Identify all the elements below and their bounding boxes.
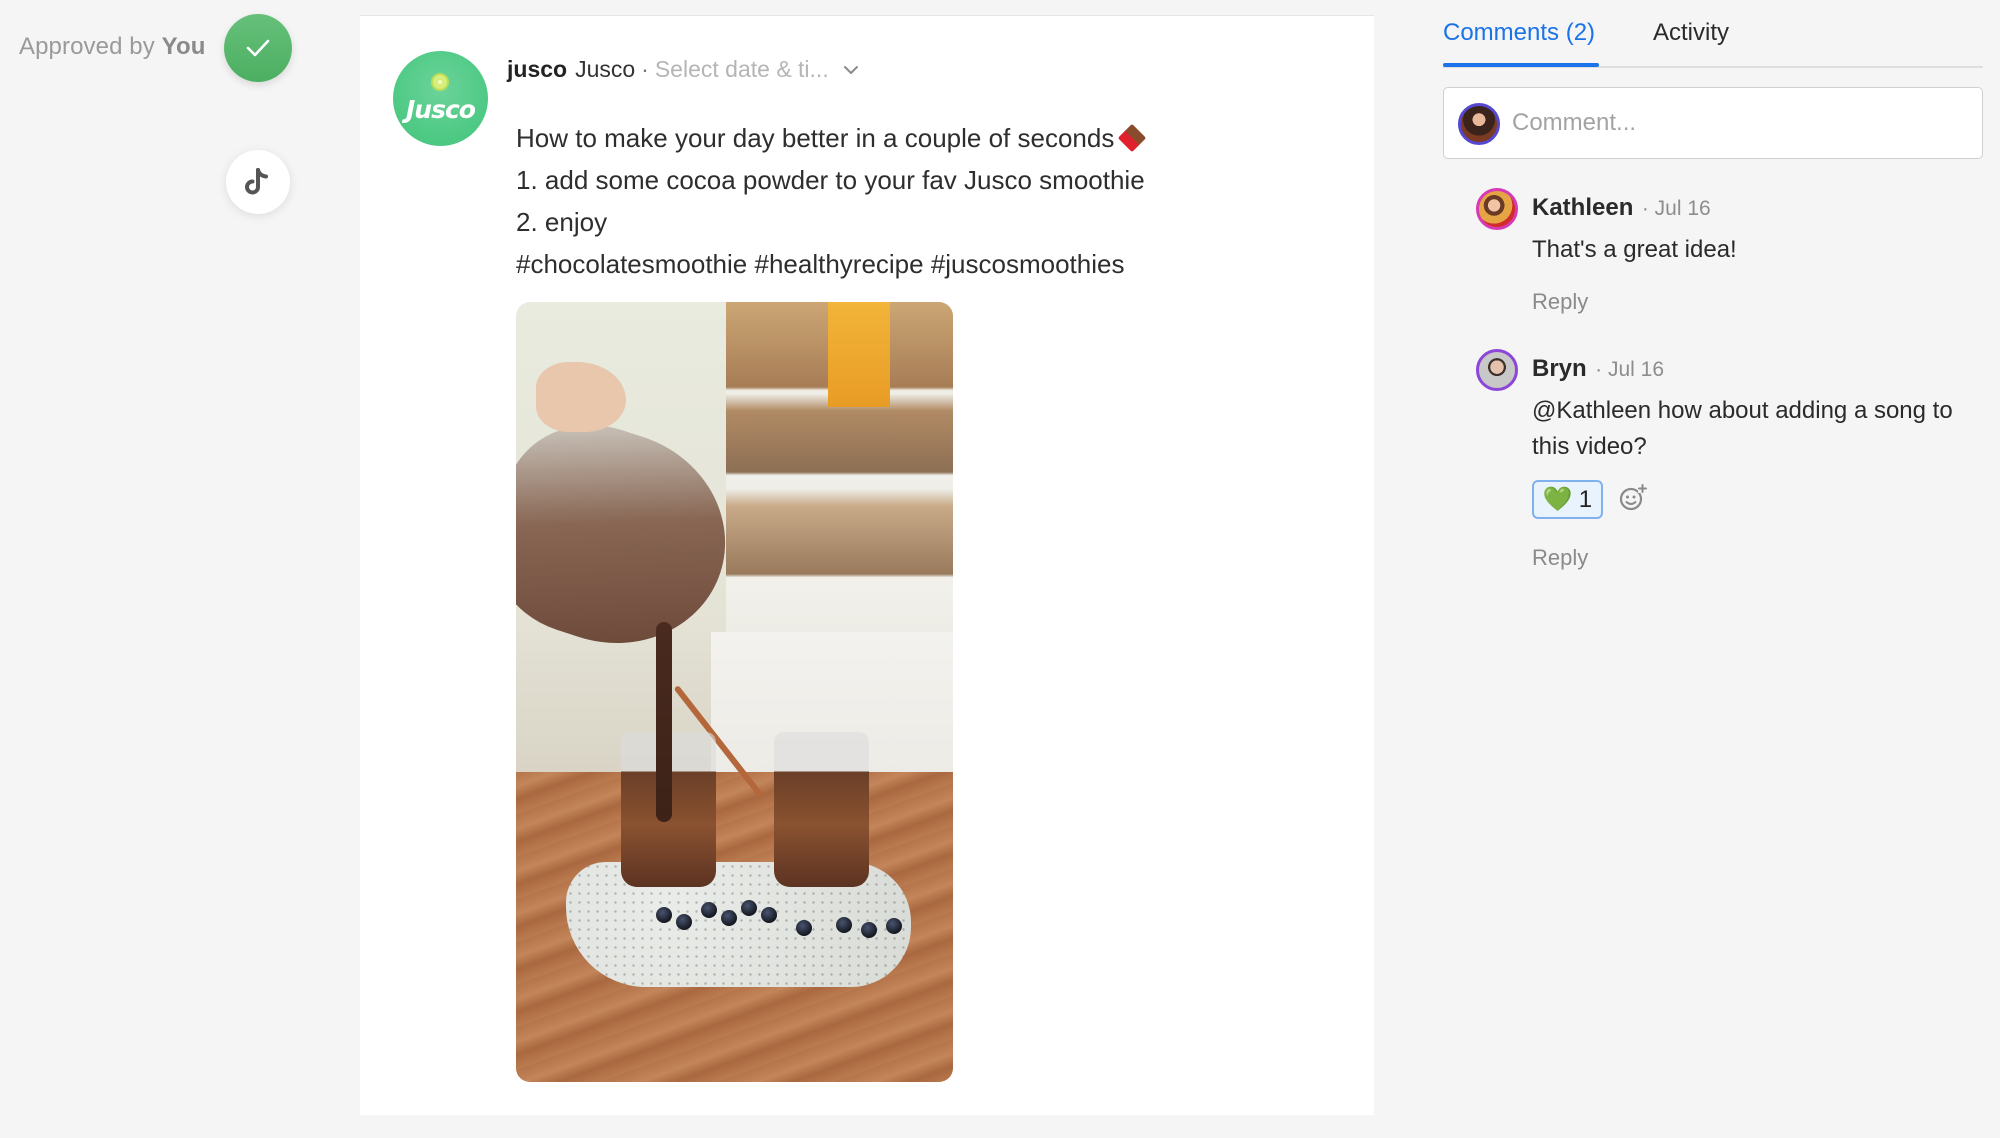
active-tab-indicator bbox=[1443, 63, 1599, 67]
tiktok-icon bbox=[245, 168, 268, 195]
caption-hashtags: #chocolatesmoothie #healthyrecipe #jusco… bbox=[516, 249, 1125, 279]
caption-line: 1. add some cocoa powder to your fav Jus… bbox=[516, 165, 1145, 195]
photo-jar bbox=[774, 732, 869, 887]
post-media-image[interactable] bbox=[516, 302, 953, 1082]
chocolate-bar-icon bbox=[1118, 124, 1146, 152]
post-preview-card: Jusco jusco Jusco · Select date & ti... … bbox=[360, 15, 1374, 1115]
photo-berry bbox=[701, 902, 717, 918]
photo-box bbox=[828, 302, 890, 407]
caption-line-text: How to make your day better in a couple … bbox=[516, 123, 1115, 153]
panel-tabs: Comments (2) Activity bbox=[1443, 0, 1983, 68]
avatar bbox=[1476, 188, 1518, 230]
separator: · bbox=[641, 56, 649, 82]
approval-prefix: Approved by bbox=[19, 33, 155, 60]
checkmark-icon bbox=[246, 39, 270, 57]
reply-button[interactable]: Reply bbox=[1532, 289, 1588, 315]
comment-input-box[interactable] bbox=[1443, 87, 1983, 159]
chevron-down-icon[interactable] bbox=[843, 65, 859, 75]
account-handle: jusco bbox=[507, 56, 568, 82]
avatar bbox=[1476, 349, 1518, 391]
photo-berry bbox=[721, 910, 737, 926]
post-header: jusco Jusco · Select date & ti... bbox=[507, 56, 859, 83]
comment-meta: Bryn · Jul 16 bbox=[1532, 355, 1664, 383]
approver-name: You bbox=[161, 33, 206, 60]
comment-author[interactable]: Kathleen bbox=[1532, 194, 1633, 221]
brand-avatar-text: Jusco bbox=[406, 95, 476, 124]
tab-activity[interactable]: Activity bbox=[1653, 19, 1729, 47]
caption-line: 2. enjoy bbox=[516, 207, 608, 237]
comment-body: @Kathleen how about adding a song to thi… bbox=[1532, 397, 1953, 460]
tab-comments[interactable]: Comments (2) bbox=[1443, 19, 1595, 47]
current-user-avatar bbox=[1458, 103, 1500, 145]
brand-avatar: Jusco bbox=[393, 51, 488, 146]
photo-berry bbox=[836, 917, 852, 933]
comment-meta: Kathleen · Jul 16 bbox=[1532, 194, 1711, 222]
reaction-pill[interactable]: 💚 1 bbox=[1532, 480, 1603, 519]
comment-author[interactable]: Bryn bbox=[1532, 355, 1587, 382]
reaction-count: 1 bbox=[1578, 485, 1593, 513]
photo-berry bbox=[656, 907, 672, 923]
caption-line: How to make your day better in a couple … bbox=[516, 117, 1145, 159]
comment-time: · Jul 16 bbox=[1595, 358, 1665, 381]
account-name: Jusco bbox=[575, 56, 636, 82]
photo-berry bbox=[796, 920, 812, 936]
photo-pour-stream bbox=[656, 622, 672, 822]
comment-body: That's a great idea! bbox=[1532, 236, 1737, 263]
tiktok-network-button[interactable] bbox=[226, 150, 290, 214]
photo-berry bbox=[761, 907, 777, 923]
comment-input[interactable] bbox=[1512, 102, 1962, 144]
reply-button[interactable]: Reply bbox=[1532, 545, 1588, 571]
photo-berry bbox=[741, 900, 757, 916]
photo-berry bbox=[861, 922, 877, 938]
approval-status: Approved by You bbox=[19, 33, 206, 61]
post-caption: How to make your day better in a couple … bbox=[516, 117, 1145, 285]
add-reaction-icon[interactable] bbox=[1618, 483, 1648, 513]
lime-logo-icon bbox=[431, 73, 449, 91]
schedule-date-picker[interactable]: Select date & ti... bbox=[655, 56, 829, 83]
approved-button[interactable] bbox=[224, 14, 292, 82]
photo-berry bbox=[886, 918, 902, 934]
photo-berry bbox=[676, 914, 692, 930]
green-heart-icon: 💚 bbox=[1542, 486, 1573, 513]
comment-time: · Jul 16 bbox=[1641, 197, 1711, 220]
